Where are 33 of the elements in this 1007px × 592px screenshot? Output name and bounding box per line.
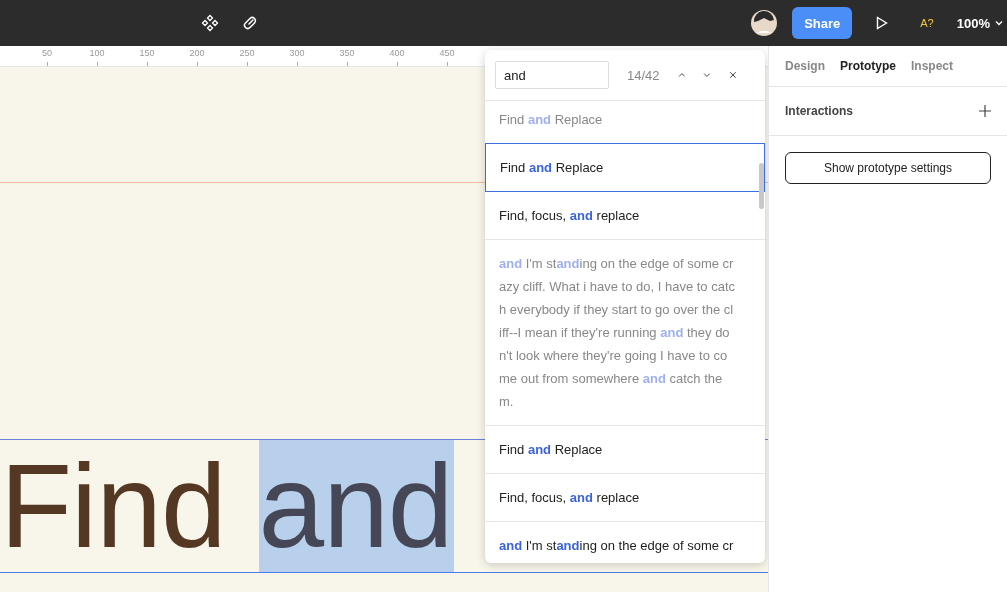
ruler-mark: 250 <box>239 48 255 58</box>
prototype-settings-button[interactable]: Show prototype settings <box>785 152 991 184</box>
ruler-mark: 100 <box>89 48 105 58</box>
avatar-icon[interactable] <box>751 10 778 36</box>
match-count: 14/42 <box>627 67 660 83</box>
ruler-mark: 400 <box>389 48 405 58</box>
play-icon[interactable] <box>876 16 889 30</box>
panel-tab[interactable]: Inspect <box>911 59 954 73</box>
ruler-mark: 150 <box>139 48 155 58</box>
section-title: Interactions <box>785 104 853 118</box>
search-result[interactable]: and I'm standing on the edge of some cr azy cliff. What i have to do, I have to catc h everybody if they start to go over the cl iff--I mean if they're running and they do n't look where they're going I have to co me out from somewhere and catch the m. <box>485 240 765 426</box>
search-result[interactable]: and I'm standing on the edge of some cr <box>485 522 765 563</box>
search-result[interactable]: Find and Replace <box>485 101 765 143</box>
panel-tab[interactable]: Design <box>785 59 825 73</box>
search-result[interactable]: Find, focus, and replace <box>485 474 765 522</box>
canvas-text: Find <box>0 440 227 572</box>
ruler-mark: 200 <box>189 48 205 58</box>
ruler-mark: 50 <box>42 48 52 58</box>
link-icon[interactable] <box>241 14 259 32</box>
search-result[interactable]: Find and Replace <box>485 143 765 192</box>
search-result[interactable]: Find and Replace <box>485 426 765 474</box>
zoom-menu[interactable]: 100% <box>956 15 1003 31</box>
component-icon[interactable] <box>201 14 219 32</box>
ruler-mark: 450 <box>439 48 455 58</box>
canvas-text: and <box>258 440 455 572</box>
scrollbar-thumb[interactable] <box>759 163 764 209</box>
search-field[interactable]: and <box>495 61 609 89</box>
ruler-mark: 300 <box>289 48 305 58</box>
chevron-down-icon <box>995 20 1003 26</box>
panel-tab[interactable]: Prototype <box>840 59 897 73</box>
ruler-mark: 350 <box>339 48 355 58</box>
accessibility-badge[interactable]: A? <box>920 17 934 29</box>
plus-icon[interactable] <box>979 105 991 117</box>
